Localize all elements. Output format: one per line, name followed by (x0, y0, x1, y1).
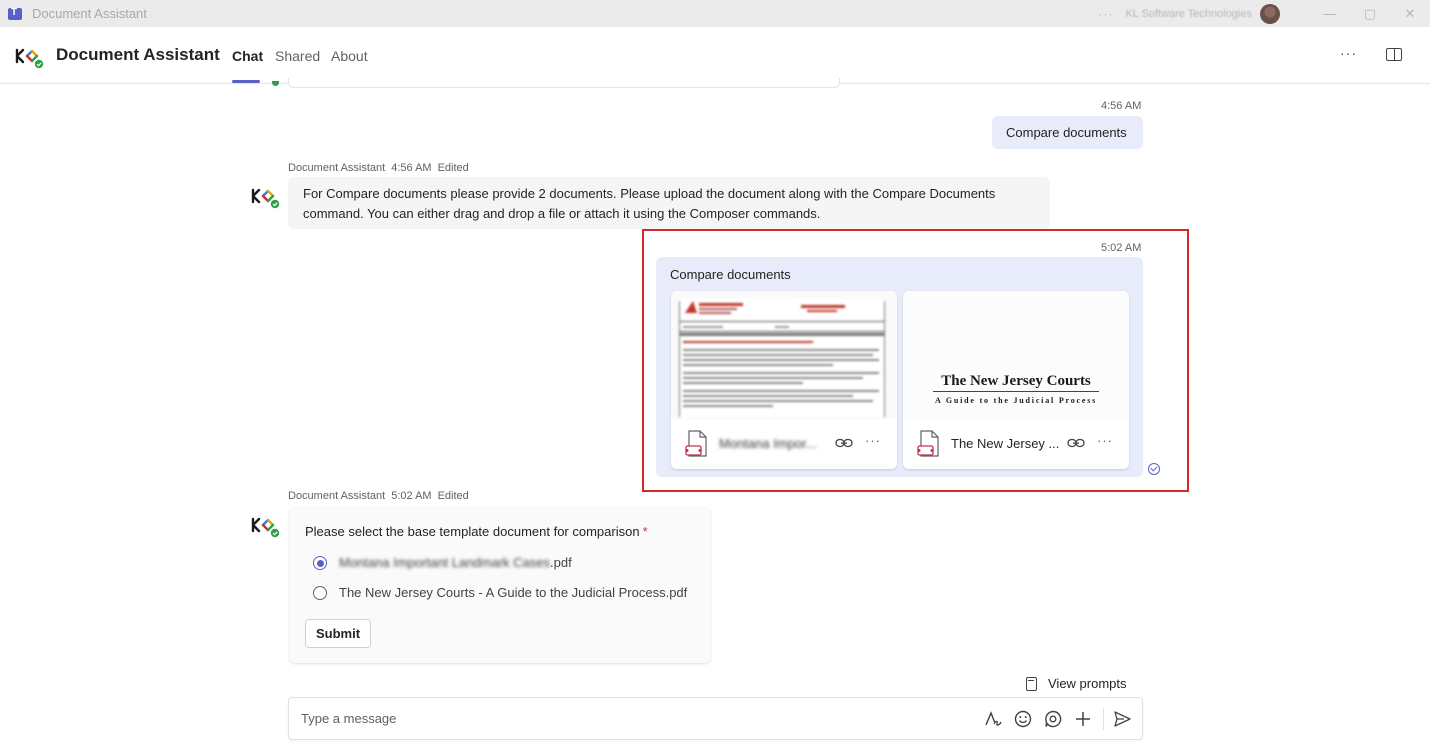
bot-message-bubble: For Compare documents please provide 2 d… (288, 177, 1050, 229)
message-timestamp: 5:02 AM (1101, 242, 1142, 254)
file-preview: The New Jersey Courts A Guide to the Jud… (903, 291, 1129, 419)
message-meta: Document Assistant 4:56 AM Edited (288, 162, 475, 174)
file-more-icon[interactable]: ··· (1097, 433, 1113, 448)
bot-avatar-icon (251, 188, 280, 209)
link-icon[interactable] (1067, 435, 1085, 451)
message-composer (288, 697, 1143, 740)
preview-title: The New Jersey Courts (941, 373, 1091, 389)
file-footer: Montana Impor... ··· (671, 419, 897, 469)
message-input[interactable] (301, 711, 901, 726)
send-icon[interactable] (1112, 709, 1132, 729)
sender-name: Document Assistant (288, 490, 386, 502)
active-tab-indicator (232, 80, 260, 83)
message-timestamp: 4:56 AM (1101, 100, 1142, 112)
view-prompts-label: View prompts (1048, 676, 1127, 691)
tab-about[interactable]: About (331, 48, 368, 64)
radio-option-2[interactable] (313, 586, 327, 600)
loop-icon[interactable] (1043, 709, 1063, 729)
adaptive-card: Please select the base template document… (289, 507, 711, 663)
file-footer: The New Jersey ... ··· (903, 419, 1129, 469)
more-options-icon[interactable]: ··· (1340, 45, 1357, 61)
minimize-icon[interactable]: — (1310, 6, 1350, 21)
preview-divider (933, 391, 1099, 392)
tab-shared[interactable]: Shared (275, 48, 320, 64)
close-icon[interactable]: ✕ (1390, 6, 1430, 22)
view-prompts-button[interactable]: View prompts (1026, 676, 1127, 691)
radio-option-2-label[interactable]: The New Jersey Courts - A Guide to the J… (339, 585, 687, 600)
read-receipt-icon (1148, 463, 1160, 475)
message-text-line: For Compare documents please provide 2 d… (303, 186, 996, 201)
user-message-bubble: Compare documents (992, 116, 1143, 149)
radio-option-1-label[interactable]: Montana Important Landmark Cases.pdf (339, 555, 572, 570)
add-icon[interactable] (1073, 709, 1093, 729)
window-more-icon[interactable]: ··· (1098, 7, 1113, 21)
choice-prompt-text: Please select the base template document… (305, 524, 640, 539)
app-logo-icon (15, 48, 44, 69)
file-preview (671, 291, 897, 419)
file-more-icon[interactable]: ··· (865, 433, 881, 448)
link-icon[interactable] (835, 435, 853, 451)
required-marker: * (642, 524, 648, 539)
message-text: Compare documents (670, 267, 791, 282)
file-attachment-card[interactable]: Montana Impor... ··· (671, 291, 897, 469)
message-timestamp: 5:02 AM (391, 490, 432, 502)
window-title: Document Assistant (32, 6, 147, 21)
file-name: The New Jersey ... (951, 436, 1060, 451)
sender-name: Document Assistant (288, 162, 386, 174)
file-attachment-card[interactable]: The New Jersey Courts A Guide to the Jud… (903, 291, 1129, 469)
org-name: KL Software Technologies (1125, 7, 1252, 20)
maximize-icon[interactable]: ▢ (1350, 6, 1390, 22)
app-header: Document Assistant Chat Shared About ··· (0, 27, 1430, 84)
radio-option-1-name: Montana Important Landmark Cases (339, 555, 550, 570)
emoji-icon[interactable] (1013, 709, 1033, 729)
prompts-icon (1026, 676, 1037, 691)
user-avatar[interactable] (1260, 3, 1280, 24)
previous-message-card (288, 78, 840, 88)
radio-option-1[interactable] (313, 556, 327, 570)
edited-label: Edited (437, 162, 469, 174)
pdf-file-icon (685, 430, 707, 457)
radio-option-1-ext: .pdf (550, 555, 572, 570)
pdf-file-icon (917, 430, 939, 457)
bot-avatar-icon (251, 517, 280, 538)
format-icon[interactable] (983, 709, 1003, 729)
app-name: Document Assistant (56, 45, 220, 64)
message-timestamp: 4:56 AM (391, 162, 432, 174)
composer-divider (1103, 708, 1104, 730)
file-name: Montana Impor... (719, 436, 817, 451)
side-panel-icon[interactable] (1386, 48, 1402, 61)
teams-icon (8, 7, 22, 20)
edited-label: Edited (437, 490, 469, 502)
message-text: Compare documents (1006, 125, 1127, 140)
window-title-bar: Document Assistant ··· KL Software Techn… (0, 0, 1430, 27)
choice-prompt: Please select the base template document… (305, 524, 648, 539)
message-meta: Document Assistant 5:02 AM Edited (288, 490, 475, 502)
user-message-bubble: Compare documents (656, 257, 1143, 477)
tab-chat[interactable]: Chat (232, 48, 263, 64)
presence-indicator (272, 81, 279, 86)
preview-subtitle: A Guide to the Judicial Process (934, 396, 1098, 405)
document-thumbnail (679, 299, 885, 417)
message-text-line: command. You can either drag and drop a … (303, 206, 821, 221)
submit-button[interactable]: Submit (305, 619, 371, 648)
